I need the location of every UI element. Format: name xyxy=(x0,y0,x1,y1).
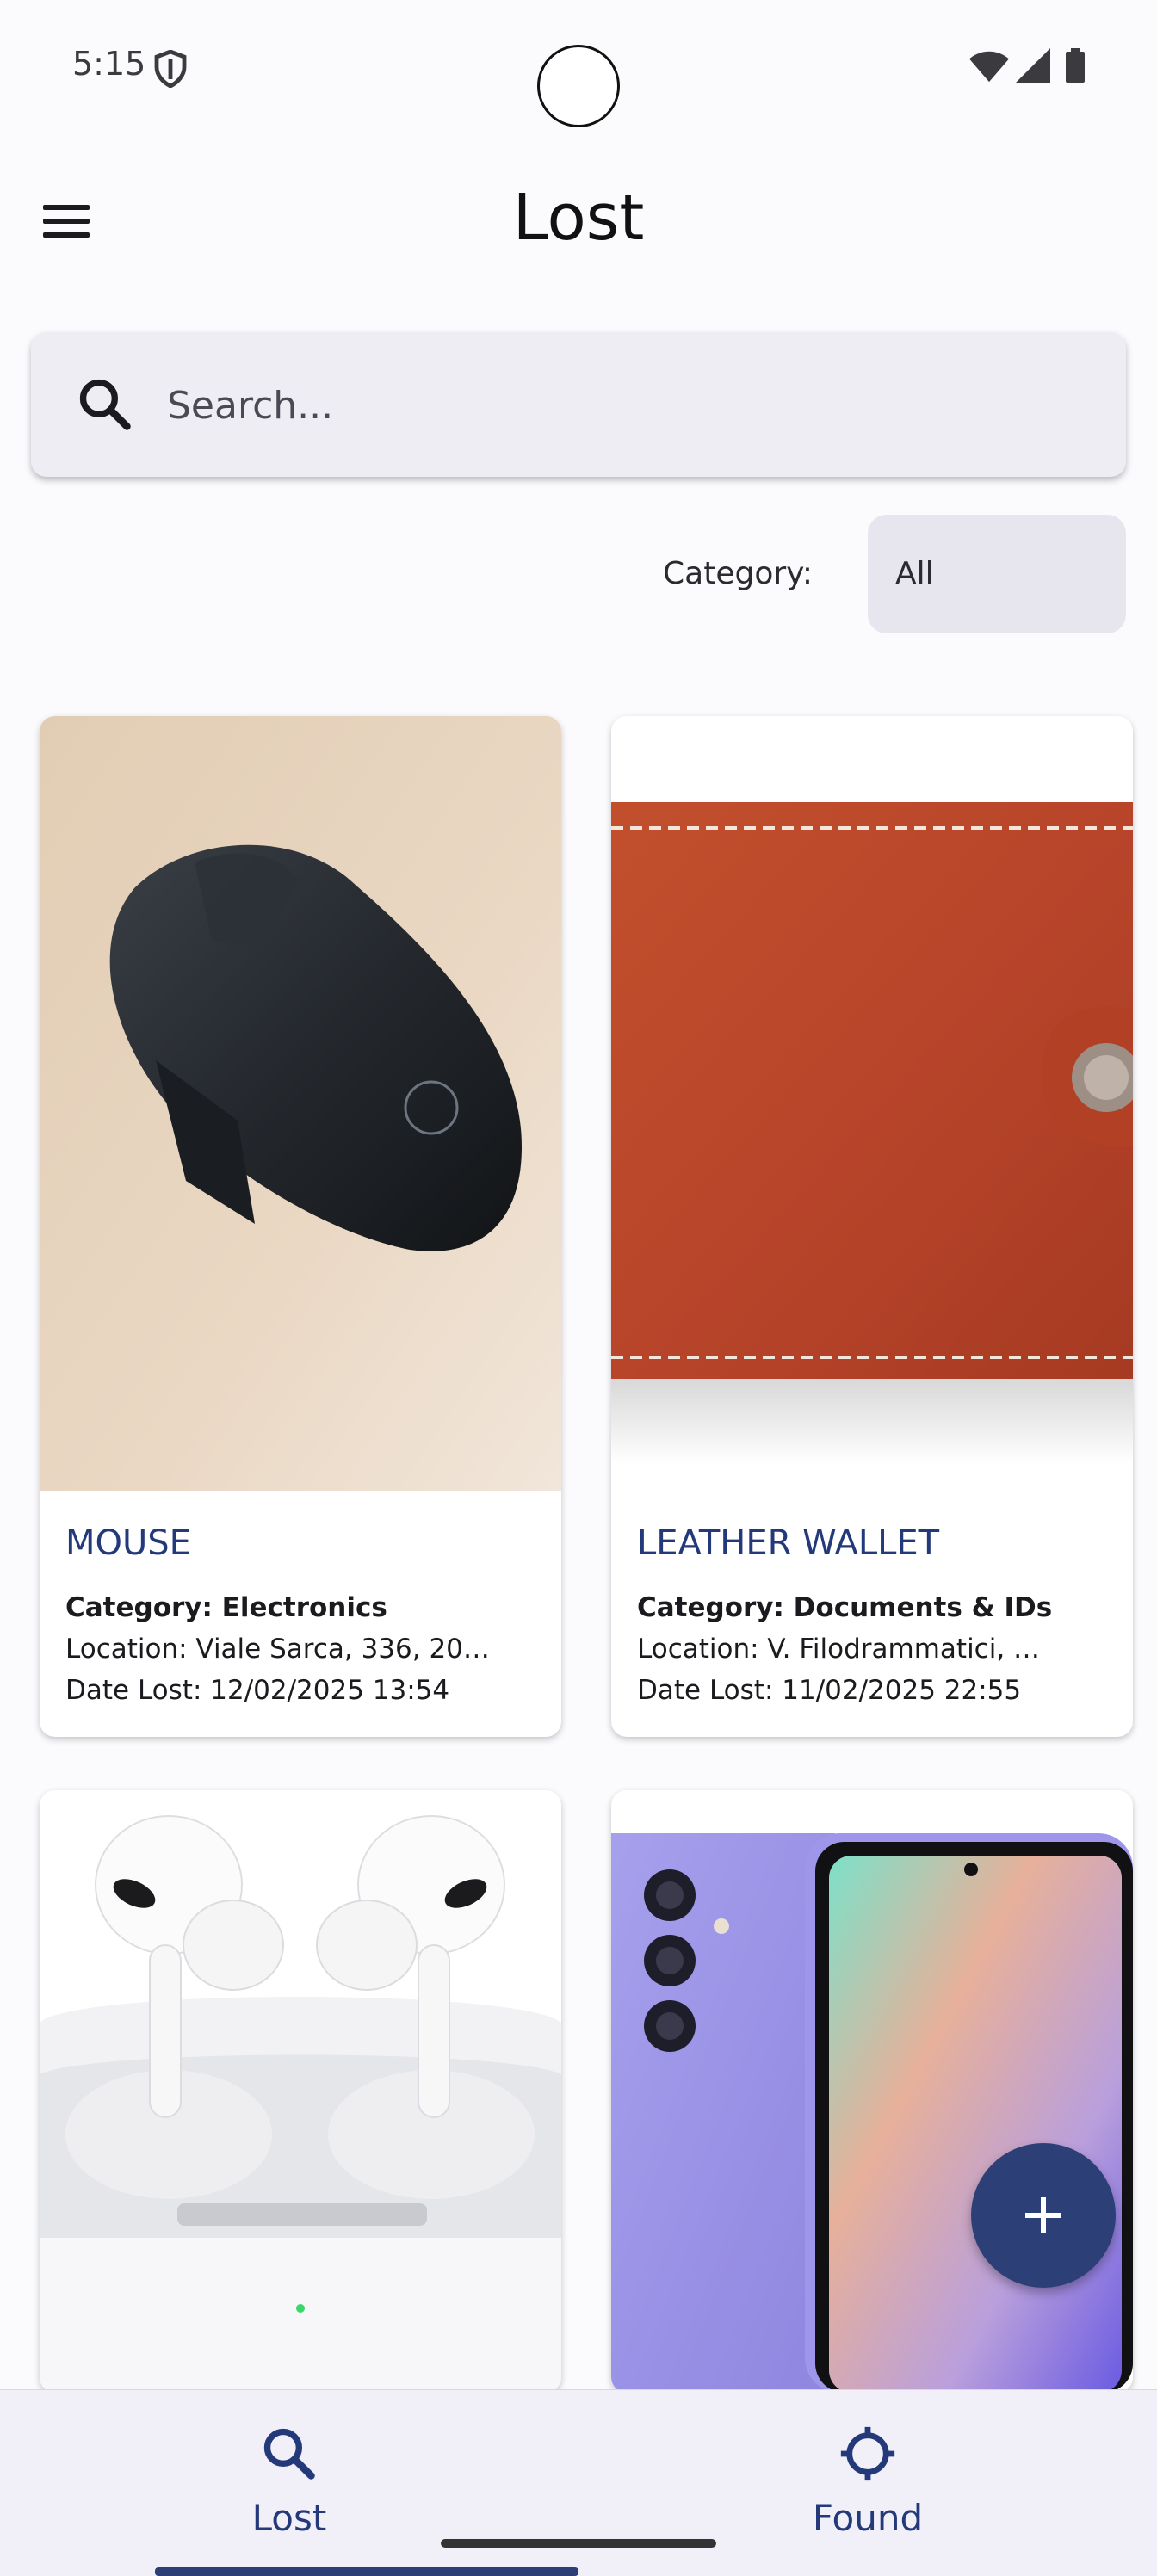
nav-item-found[interactable]: Found xyxy=(578,2390,1157,2576)
search-input[interactable] xyxy=(165,367,1098,444)
item-date: Date Lost: 12/02/2025 13:54 xyxy=(65,1675,450,1706)
item-title: MOUSE xyxy=(65,1523,191,1563)
item-card-earbuds[interactable] xyxy=(40,1790,561,2393)
item-info: MOUSE Category: Electronics Location: Vi… xyxy=(65,1523,544,1711)
status-bar: 5:15 xyxy=(0,0,1157,138)
status-time: 5:15 xyxy=(72,45,146,83)
nav-item-lost[interactable]: Lost xyxy=(0,2390,578,2576)
search-icon xyxy=(263,2428,315,2480)
wifi-icon xyxy=(969,51,1009,83)
crosshair-icon xyxy=(840,2426,895,2481)
item-image-mouse xyxy=(40,716,561,1491)
top-app-bar: Lost xyxy=(0,155,1157,284)
item-category: Category: Documents & IDs xyxy=(637,1592,1053,1623)
front-camera xyxy=(537,45,620,127)
item-info: LEATHER WALLET Category: Documents & IDs… xyxy=(637,1523,1116,1711)
nav-label-lost: Lost xyxy=(251,2497,327,2539)
category-selected-value: All xyxy=(895,556,934,591)
bottom-navigation: Lost Found xyxy=(0,2389,1157,2576)
item-card-mouse[interactable]: MOUSE Category: Electronics Location: Vi… xyxy=(40,716,561,1737)
item-date: Date Lost: 11/02/2025 22:55 xyxy=(637,1675,1022,1706)
category-dropdown[interactable]: All xyxy=(868,515,1126,633)
item-title: LEATHER WALLET xyxy=(637,1523,940,1563)
item-location: Location: V. Filodrammatici, … xyxy=(637,1634,1041,1665)
item-image-phone xyxy=(611,1790,1133,2393)
category-filter-label: Category: xyxy=(663,556,813,591)
search-icon xyxy=(79,379,131,430)
add-item-fab[interactable] xyxy=(971,2143,1116,2288)
item-location: Location: Viale Sarca, 336, 20… xyxy=(65,1634,490,1665)
shield-icon xyxy=(154,50,187,88)
item-image-earbuds xyxy=(40,1790,561,2393)
cell-signal-icon xyxy=(1016,48,1050,83)
battery-icon xyxy=(1066,48,1085,83)
item-category: Category: Electronics xyxy=(65,1592,387,1623)
item-image-wallet xyxy=(611,716,1133,1491)
item-card-phone[interactable] xyxy=(611,1790,1133,2393)
item-card-wallet[interactable]: LEATHER WALLET Category: Documents & IDs… xyxy=(611,716,1133,1737)
page-title: Lost xyxy=(512,181,645,255)
nav-label-found: Found xyxy=(812,2497,924,2539)
search-bar[interactable] xyxy=(31,332,1126,477)
gesture-handle xyxy=(441,2539,716,2548)
